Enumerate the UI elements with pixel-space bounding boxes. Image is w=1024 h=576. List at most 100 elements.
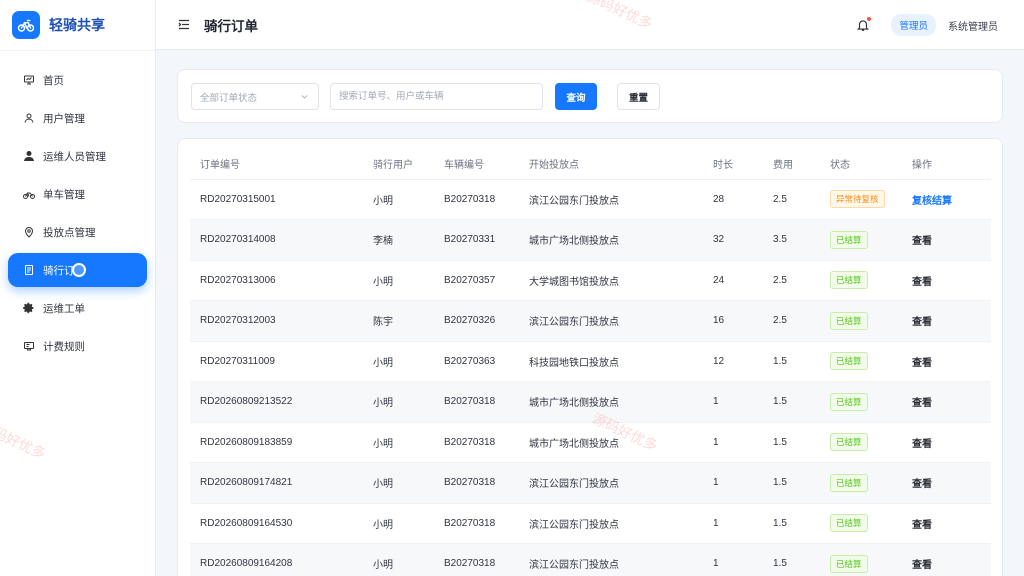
sidebar-item-bikes[interactable]: 单车管理	[8, 177, 147, 211]
sidebar-item-label: 骑行订	[43, 264, 75, 277]
cell-fee: 1.5	[773, 381, 830, 423]
cell-point: 科技园地铁口投放点	[529, 341, 713, 382]
orders-table: 订单编号 骑行用户 车辆编号 开始投放点 时长 费用 状态 操作 RD20270…	[190, 149, 991, 576]
cell-status: 已结算	[830, 300, 912, 342]
sidebar-item-label: 单车管理	[43, 188, 85, 201]
cell-id: RD20270313006	[190, 260, 373, 301]
reset-button[interactable]: 重置	[617, 83, 660, 110]
sidebar-item-home[interactable]: 首页	[8, 63, 147, 97]
cell-status: 已结算	[830, 341, 912, 382]
status-badge: 已结算	[830, 271, 868, 290]
sidebar-item-points[interactable]: 投放点管理	[8, 215, 147, 249]
cell-fee: 1.5	[773, 462, 830, 504]
cell-point: 大学城图书馆投放点	[529, 260, 713, 301]
cell-fee: 2.5	[773, 260, 830, 301]
status-select[interactable]: 全部订单状态	[191, 83, 319, 110]
view-button[interactable]: 查看	[912, 398, 932, 409]
cell-user: 小明	[373, 381, 444, 423]
top-bar: 骑行订单 管理员 系统管理员	[156, 0, 1024, 50]
cell-point: 城市广场北侧投放点	[529, 422, 713, 463]
cell-action: 查看	[912, 341, 991, 382]
table-row: RD20260809174821 小明 B20270318 滨江公园东门投放点 1 1.5…	[190, 462, 991, 504]
col-header: 开始投放点	[529, 149, 713, 180]
cell-user: 小明	[373, 422, 444, 463]
table-row: RD20260809213522 小明 B20270318 城市广场北侧投放点 1 1.5…	[190, 381, 991, 423]
status-badge: 已结算	[830, 433, 868, 452]
cell-user: 小明	[373, 179, 444, 220]
ticket-icon	[23, 340, 35, 352]
table-row: RD20270314008 李楠 B20270331 城市广场北侧投放点 32 3.5 已结…	[190, 219, 991, 261]
gear-icon	[23, 302, 35, 314]
cell-bike: B20270318	[444, 179, 529, 220]
view-button[interactable]: 查看	[912, 317, 932, 328]
view-button[interactable]: 查看	[912, 439, 932, 450]
user-name[interactable]: 系统管理员	[948, 18, 998, 33]
sidebar-item-workorders[interactable]: 运维工单	[8, 291, 147, 325]
location-icon	[23, 226, 35, 238]
cell-id: RD20260809164530	[190, 503, 373, 544]
view-button[interactable]: 查看	[912, 560, 932, 571]
cell-fee: 3.5	[773, 219, 830, 261]
view-button[interactable]: 查看	[912, 277, 932, 288]
sidebar-item-operators[interactable]: 运维人员管理	[8, 139, 147, 173]
search-input[interactable]	[330, 83, 543, 110]
app-name: 轻骑共享	[49, 17, 105, 33]
cell-id: RD20260809213522	[190, 381, 373, 423]
cell-id: RD20270314008	[190, 219, 373, 261]
cell-id: RD20260809174821	[190, 462, 373, 504]
cell-id: RD20260809183859	[190, 422, 373, 463]
cell-duration: 1	[713, 503, 773, 544]
table-row: RD20260809164530 小明 B20270318 滨江公园东门投放点 1 1.5…	[190, 503, 991, 544]
table-header-row: 订单编号 骑行用户 车辆编号 开始投放点 时长 费用 状态 操作	[190, 149, 991, 180]
view-button[interactable]: 查看	[912, 479, 932, 490]
menu-toggle-icon[interactable]	[178, 19, 190, 31]
cell-duration: 28	[713, 179, 773, 220]
sidebar-nav: 首页 用户管理 运维人员管理 单车管理 投放点管理 骑行订 运维工单 计费规则	[0, 51, 155, 363]
cell-status: 异常待复核	[830, 179, 912, 220]
cell-status: 已结算	[830, 219, 912, 261]
cell-bike: B20270326	[444, 300, 529, 342]
status-badge: 已结算	[830, 514, 868, 533]
sidebar-item-label: 投放点管理	[43, 226, 96, 239]
cell-duration: 12	[713, 341, 773, 382]
col-header: 骑行用户	[373, 149, 444, 180]
view-button[interactable]: 查看	[912, 520, 932, 531]
cell-action: 查看	[912, 260, 991, 301]
cell-status: 已结算	[830, 381, 912, 423]
sidebar-item-billing[interactable]: 计费规则	[8, 329, 147, 363]
bicycle-icon	[23, 188, 35, 200]
cell-bike: B20270331	[444, 219, 529, 261]
view-button[interactable]: 查看	[912, 358, 932, 369]
cell-point: 滨江公园东门投放点	[529, 503, 713, 544]
cell-status: 已结算	[830, 503, 912, 544]
cell-duration: 24	[713, 260, 773, 301]
table-row: RD20270312003 陈宇 B20270326 滨江公园东门投放点 16 2.5 已结…	[190, 300, 991, 342]
status-badge: 已结算	[830, 352, 868, 371]
document-icon	[23, 264, 35, 276]
cell-bike: B20270318	[444, 422, 529, 463]
cell-bike: B20270318	[444, 503, 529, 544]
col-header: 车辆编号	[444, 149, 529, 180]
cell-action: 查看	[912, 422, 991, 463]
table-row: RD20270315001 小明 B20270318 滨江公园东门投放点 28 2.5 异常…	[190, 179, 991, 220]
cell-status: 已结算	[830, 260, 912, 301]
status-badge: 已结算	[830, 230, 868, 249]
orders-table-card: 订单编号 骑行用户 车辆编号 开始投放点 时长 费用 状态 操作 RD20270…	[177, 138, 1003, 576]
review-settle-button[interactable]: 复核结算	[912, 196, 952, 207]
cell-point: 城市广场北侧投放点	[529, 219, 713, 261]
brand[interactable]: 轻骑共享	[0, 0, 155, 50]
sidebar-item-orders[interactable]: 骑行订	[8, 253, 147, 287]
sidebar-item-users[interactable]: 用户管理	[8, 101, 147, 135]
bell-icon[interactable]	[855, 17, 872, 33]
cell-duration: 32	[713, 219, 773, 261]
cell-bike: B20270318	[444, 462, 529, 504]
user-icon	[23, 112, 35, 124]
chevron-down-icon	[301, 95, 308, 99]
cell-action: 查看	[912, 219, 991, 261]
col-header: 状态	[830, 149, 912, 180]
status-badge: 已结算	[830, 311, 868, 330]
view-button[interactable]: 查看	[912, 236, 932, 247]
col-header: 订单编号	[190, 149, 373, 180]
notification-dot	[867, 17, 872, 21]
query-button[interactable]: 查询	[555, 83, 597, 110]
